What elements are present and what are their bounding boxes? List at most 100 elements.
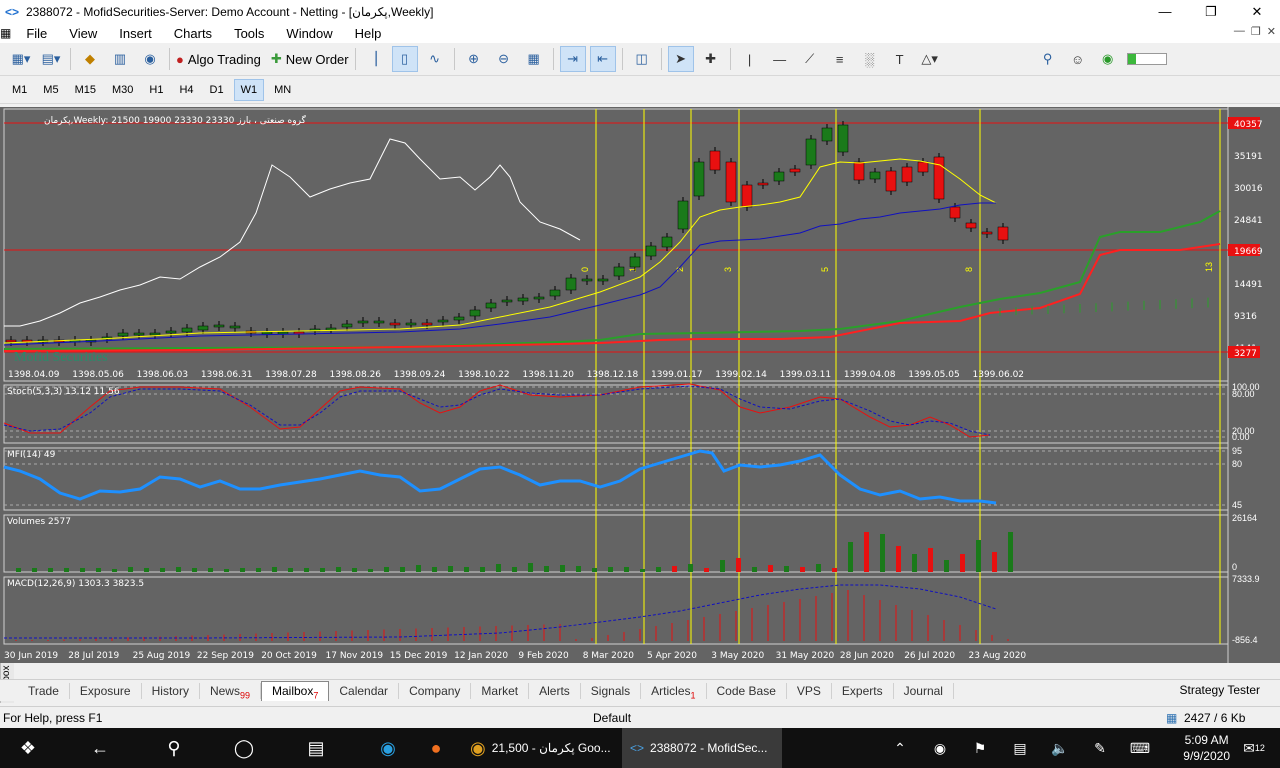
volume-bar: [736, 558, 741, 572]
back-icon[interactable]: ←: [76, 728, 124, 768]
candlestick-icon[interactable]: ▯: [391, 46, 418, 72]
tab-signals[interactable]: Signals: [581, 682, 642, 699]
clock[interactable]: 5:09 AM 9/9/2020: [1183, 732, 1230, 764]
shapes-icon[interactable]: △▾: [917, 46, 943, 72]
chart-window[interactable]: 0 1 2 3 5 8 13 40357 35191 30016 24841 19669 14491 93…: [0, 107, 1280, 663]
maximize-button[interactable]: ❐: [1188, 0, 1234, 23]
tab-history[interactable]: History: [142, 682, 200, 699]
menu-window[interactable]: Window: [275, 26, 343, 41]
volume-icon[interactable]: 🔈: [1046, 728, 1074, 768]
status-bar: For Help, press F1 Default ▦ 2427 / 6 Kb: [0, 706, 1280, 728]
tab-journal[interactable]: Journal: [894, 682, 954, 699]
lvl-icon[interactable]: ◉: [1095, 46, 1121, 72]
menu-tools[interactable]: Tools: [223, 26, 275, 41]
security-icon[interactable]: ⚑: [966, 728, 994, 768]
menu-file[interactable]: File: [15, 26, 58, 41]
candle: [389, 322, 401, 326]
tab-calendar[interactable]: Calendar: [329, 682, 400, 699]
candle: [773, 171, 785, 182]
cortana-icon[interactable]: ◯: [220, 728, 268, 768]
signals-icon[interactable]: ◉: [137, 46, 163, 72]
new-chart-icon[interactable]: ▦▾: [8, 46, 34, 72]
pen-icon[interactable]: ✎: [1086, 728, 1114, 768]
fibonacci-icon[interactable]: ≡: [827, 46, 853, 72]
close-button[interactable]: ✕: [1234, 0, 1280, 23]
profiles-icon[interactable]: ▤▾: [38, 46, 64, 72]
volume-bar: [80, 568, 85, 572]
tab-mailbox[interactable]: Mailbox7: [260, 680, 330, 701]
zoom-in-icon[interactable]: ⊕: [461, 46, 487, 72]
menu-view[interactable]: View: [58, 26, 108, 41]
fibo-fan-icon[interactable]: ░: [857, 46, 883, 72]
volume-bar: [240, 568, 245, 572]
tab-vps[interactable]: VPS: [787, 682, 832, 699]
text-icon[interactable]: T: [887, 46, 913, 72]
globe-icon[interactable]: ◉: [926, 728, 954, 768]
chart-window-icon[interactable]: ▦: [0, 26, 11, 40]
firefox-icon[interactable]: ●: [412, 728, 460, 768]
menu-insert[interactable]: Insert: [108, 26, 163, 41]
autoscroll-icon[interactable]: ⇥: [559, 46, 586, 72]
menu-charts[interactable]: Charts: [163, 26, 223, 41]
tab-exposure[interactable]: Exposure: [70, 682, 142, 699]
tab-code-base[interactable]: Code Base: [707, 682, 787, 699]
chart-shift-icon[interactable]: ⇤: [589, 46, 616, 72]
timeframe-mn[interactable]: MN: [268, 79, 297, 101]
tab-company[interactable]: Company: [399, 682, 472, 699]
bar-chart-icon[interactable]: ⎥: [362, 46, 388, 72]
horizontal-line-icon[interactable]: —: [767, 46, 793, 72]
search-taskbar-icon[interactable]: ⚲: [150, 728, 198, 768]
tab-news[interactable]: News99: [200, 682, 261, 700]
mt5-taskbar-app[interactable]: <> 2388072 - MofidSec...: [622, 728, 782, 768]
child-minimize-button[interactable]: —: [1234, 25, 1245, 38]
notifications-icon[interactable]: ✉ 12: [1234, 728, 1274, 768]
algo-trading-button[interactable]: ● Algo Trading: [176, 46, 261, 72]
line-chart-icon[interactable]: ∿: [422, 46, 448, 72]
tab-market[interactable]: Market: [471, 682, 530, 699]
crosshair-icon[interactable]: ✚: [698, 46, 724, 72]
tab-alerts[interactable]: Alerts: [529, 682, 581, 699]
minimize-button[interactable]: —: [1142, 0, 1188, 23]
task-view-icon[interactable]: ▤: [292, 728, 340, 768]
volume-bar: [160, 568, 165, 572]
vertical-line-icon[interactable]: |: [737, 46, 763, 72]
candle: [757, 182, 769, 186]
timeframe-m15[interactable]: M15: [69, 79, 102, 101]
trendline-icon[interactable]: ⟋: [797, 46, 823, 72]
menu-help[interactable]: Help: [344, 26, 393, 41]
chart-canvas[interactable]: 0 1 2 3 5 8 13 40357 35191 30016 24841 19669 14491 93…: [0, 107, 1280, 663]
tab-experts[interactable]: Experts: [832, 682, 894, 699]
timeframe-d1[interactable]: D1: [204, 79, 230, 101]
keyboard-icon[interactable]: ⌨: [1126, 728, 1154, 768]
persian-date-label: 1398.05.06: [72, 370, 124, 380]
tab-articles[interactable]: Articles1: [641, 682, 707, 700]
timeframe-w1[interactable]: W1: [233, 79, 265, 101]
strategy-tester-tab[interactable]: Strategy Tester: [1180, 683, 1260, 697]
timeframe-h4[interactable]: H4: [173, 79, 199, 101]
market-watch-icon[interactable]: ◆: [77, 46, 103, 72]
timeframe-m30[interactable]: M30: [106, 79, 139, 101]
new-order-button[interactable]: ✚ New Order: [271, 46, 349, 72]
account-icon[interactable]: ☺: [1065, 46, 1091, 72]
marker-label: 8: [964, 267, 974, 272]
navigator-icon[interactable]: ▥: [107, 46, 133, 72]
show-hidden-icons[interactable]: ⌃: [886, 728, 914, 768]
network-icon[interactable]: ▤: [1006, 728, 1034, 768]
windows-start-icon[interactable]: ❖: [0, 728, 56, 768]
candle: [549, 289, 561, 297]
timeframe-h1[interactable]: H1: [143, 79, 169, 101]
tile-windows-icon[interactable]: ▦: [521, 46, 547, 72]
templates-icon[interactable]: ◫: [629, 46, 655, 72]
child-close-button[interactable]: ✕: [1267, 25, 1276, 38]
timeframe-m1[interactable]: M1: [6, 79, 33, 101]
tab-trade[interactable]: Trade: [18, 682, 70, 699]
cursor-icon[interactable]: ➤: [667, 46, 694, 72]
child-restore-button[interactable]: ❐: [1251, 25, 1261, 38]
timeframe-m5[interactable]: M5: [37, 79, 64, 101]
edge-icon[interactable]: ◉: [364, 728, 412, 768]
candle: [645, 245, 657, 257]
chrome-taskbar-app[interactable]: ◉ پکرمان - 21,500 Goo...: [462, 728, 620, 768]
search-icon[interactable]: ⚲: [1035, 46, 1061, 72]
zoom-out-icon[interactable]: ⊖: [491, 46, 517, 72]
timeframe-bar: M1 M5 M15 M30 H1 H4 D1 W1 MN: [0, 77, 1280, 104]
